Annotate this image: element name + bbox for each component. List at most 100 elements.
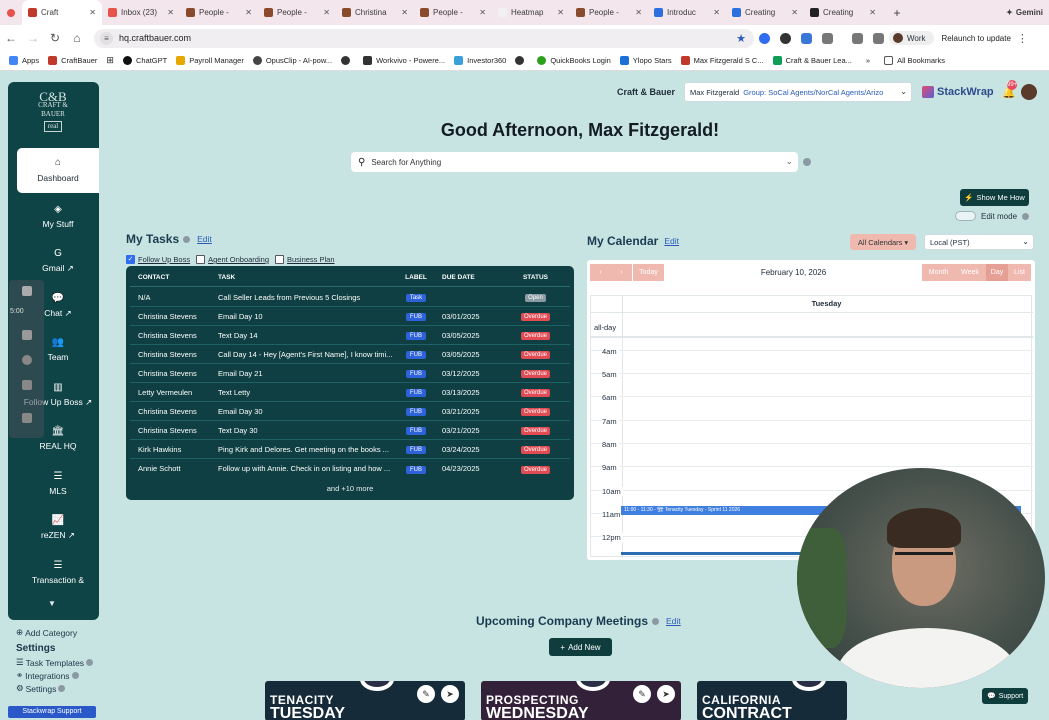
browser-tab[interactable]: Craft ✕ [22, 0, 102, 25]
close-icon[interactable]: ✕ [557, 8, 564, 17]
scroll-down-icon[interactable]: ▼ [48, 599, 56, 608]
table-row[interactable]: Christina Stevens Email Day 10 FUB 03/01/20… [130, 307, 570, 326]
reload-icon[interactable]: ↻ [44, 31, 66, 45]
edit-pencil-icon[interactable]: ✎ [417, 685, 435, 703]
table-row[interactable]: N/A Call Seller Leads from Previous 5 Clo… [130, 288, 570, 307]
bookmark[interactable]: Ylopo Stars [619, 56, 672, 65]
info-icon[interactable] [58, 685, 66, 692]
collapse-icon[interactable] [22, 413, 32, 423]
table-row[interactable]: Letty Vermeulen Text Letty FUB 03/13/2025 Ov… [130, 383, 570, 402]
bookmark[interactable]: Workvivo - Powere... [363, 56, 445, 65]
sidebar-item-dashboard[interactable]: ⌂ Dashboard [17, 148, 99, 193]
all-bookmarks[interactable]: All Bookmarks [884, 56, 945, 65]
sidebar-item-gmail[interactable]: G Gmail ↗ [17, 248, 99, 274]
close-icon[interactable]: ✕ [401, 8, 408, 17]
all-day-row[interactable]: all-day [591, 312, 1033, 332]
close-icon[interactable]: ✕ [713, 8, 720, 17]
view-month-button[interactable]: Month [922, 264, 955, 281]
browser-tab[interactable]: People - ✕ [570, 0, 648, 25]
stop-icon[interactable] [22, 286, 32, 296]
restart-icon[interactable] [22, 355, 32, 365]
checkbox-icon[interactable] [196, 255, 206, 264]
new-tab-button[interactable]: + [882, 0, 912, 25]
close-icon[interactable]: ✕ [635, 8, 642, 17]
hour-row[interactable]: 6am [591, 393, 1033, 402]
browser-tab[interactable]: Christina ✕ [336, 0, 414, 25]
browser-tab[interactable]: Heatmap ✕ [492, 0, 570, 25]
task-templates-link[interactable]: ☰ Task Templates [16, 657, 94, 668]
show-me-how-button[interactable]: ⚡ Show Me How [960, 189, 1029, 206]
calendar-edit-link[interactable]: Edit [664, 236, 679, 246]
hour-row[interactable]: 5am [591, 370, 1033, 379]
view-list-button[interactable]: List [1008, 264, 1031, 281]
more-icon[interactable]: ⋮ [1017, 32, 1028, 45]
close-icon[interactable]: ✕ [245, 8, 252, 17]
profile-button[interactable]: Work [889, 31, 934, 45]
close-icon[interactable]: ✕ [791, 8, 798, 17]
send-icon[interactable]: ➤ [657, 685, 675, 703]
stackwrap-logo[interactable]: StackWrap [922, 86, 994, 98]
browser-tab[interactable]: People - ✕ [414, 0, 492, 25]
browser-tab[interactable]: Inbox (23) ✕ [102, 0, 180, 25]
bookmark-star-icon[interactable]: ★ [736, 32, 746, 45]
timezone-select[interactable]: Local (PST) ⌄ [924, 234, 1034, 250]
bookmark[interactable]: ChatGPT [122, 56, 167, 65]
bookmark[interactable]: OpusClip - AI-pow... [252, 56, 332, 65]
table-row[interactable]: Christina Stevens Text Day 30 FUB 03/21/202… [130, 421, 570, 440]
forward-icon[interactable]: → [22, 31, 44, 45]
sidebar-item-transaction[interactable]: ☰ Transaction & [17, 560, 99, 585]
stackwrap-support-button[interactable]: Stackwrap Support [8, 706, 96, 718]
home-icon[interactable]: ⌂ [66, 31, 88, 45]
bookmark-folder[interactable]: ⊞ [106, 55, 114, 66]
sidepanel-icon[interactable] [852, 32, 863, 44]
bookmark[interactable]: CraftBauer [48, 56, 97, 65]
edit-pencil-icon[interactable]: ✎ [633, 685, 651, 703]
bookmark[interactable]: QuickBooks Login [537, 56, 611, 65]
support-button[interactable]: 💬 Support [982, 688, 1029, 704]
info-icon[interactable] [1022, 212, 1030, 220]
sidebar-item-rezen[interactable]: 📈 reZEN ↗ [17, 515, 99, 541]
info-icon[interactable] [86, 659, 94, 666]
sidebar-item-mls[interactable]: ☰ MLS [17, 471, 99, 496]
hour-row[interactable]: 9am [591, 463, 1033, 472]
filter-business-plan[interactable]: Business Plan [275, 255, 335, 264]
sidebar-item-my-stuff[interactable]: ◈ My Stuff [17, 204, 99, 229]
bookmark[interactable] [515, 56, 528, 65]
browser-tab[interactable]: People - ✕ [180, 0, 258, 25]
info-icon[interactable] [652, 617, 660, 625]
table-row[interactable]: Christina Stevens Call Day 14 - Hey [Agen… [130, 345, 570, 364]
back-icon[interactable]: ← [0, 31, 22, 45]
browser-tab[interactable]: People - ✕ [258, 0, 336, 25]
avatar[interactable] [1021, 84, 1037, 100]
integrations-link[interactable]: ⚭ Integrations [16, 670, 93, 681]
meetings-edit-link[interactable]: Edit [666, 616, 681, 626]
edit-mode-toggle[interactable] [955, 211, 976, 221]
close-icon[interactable]: ✕ [869, 8, 876, 17]
view-week-button[interactable]: Week [954, 264, 986, 281]
table-row[interactable]: Annie Schott Follow up with Annie. Check … [130, 459, 570, 478]
bookmark[interactable]: Max Fitzgerald S C... [680, 56, 764, 65]
table-row[interactable]: Christina Stevens Text Day 14 FUB 03/05/202… [130, 326, 570, 345]
extension-icon[interactable] [801, 32, 812, 44]
close-icon[interactable]: ✕ [479, 8, 486, 17]
all-calendars-dropdown[interactable]: All Calendars ▾ [850, 234, 916, 250]
close-icon[interactable]: ✕ [167, 8, 174, 17]
more-tasks-link[interactable]: and +10 more [126, 484, 574, 493]
chevron-down-icon[interactable]: ⌄ [785, 156, 793, 167]
table-row[interactable]: Christina Stevens Email Day 30 FUB 03/21/20… [130, 402, 570, 421]
relaunch-button[interactable]: Relaunch to update [942, 34, 1011, 43]
info-icon[interactable] [803, 158, 811, 166]
download-icon[interactable] [873, 32, 884, 44]
search-input[interactable]: ⚲ Search for Anything ⌄ [351, 152, 798, 172]
table-row[interactable]: Kirk Hawkins Ping Kirk and Delores. Get m… [130, 440, 570, 459]
send-icon[interactable]: ➤ [441, 685, 459, 703]
info-icon[interactable] [183, 235, 191, 243]
close-icon[interactable]: ✕ [89, 8, 96, 17]
puzzle-icon[interactable] [822, 32, 833, 44]
add-category-link[interactable]: ⊕ Add Category [16, 627, 93, 638]
tab-search-icon[interactable] [0, 0, 22, 25]
more-bookmarks-icon[interactable]: » [866, 56, 870, 65]
extension-icon[interactable] [759, 32, 770, 44]
table-row[interactable]: Christina Stevens Email Day 21 FUB 03/12/20… [130, 364, 570, 383]
add-meeting-button[interactable]: + Add New [549, 638, 612, 656]
